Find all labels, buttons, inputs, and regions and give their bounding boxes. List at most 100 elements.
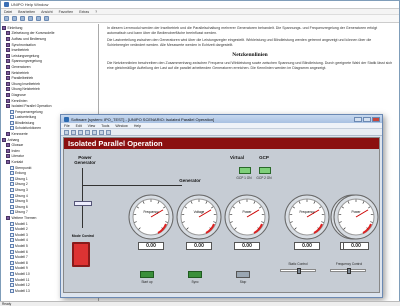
save-icon[interactable] (78, 129, 83, 135)
toc-item-label: Modell 4 (15, 238, 28, 243)
book-icon (6, 143, 10, 148)
new-icon[interactable] (64, 129, 69, 135)
page-icon (10, 188, 14, 193)
app-icon (64, 116, 69, 122)
stop-button[interactable] (236, 271, 250, 278)
book-icon (6, 160, 10, 165)
print-toolbar-icon[interactable] (36, 16, 41, 21)
options-toolbar-icon[interactable] (44, 16, 49, 21)
page-icon (10, 193, 14, 198)
toc-item-label: Übung Inselbetrieb (11, 81, 40, 86)
power-generator-label: Power Generator (74, 155, 96, 165)
page-icon (10, 204, 14, 209)
toc-item-label: Spannungsregelung (11, 59, 42, 64)
maximize-button[interactable] (363, 116, 371, 122)
emergency-stop-button[interactable] (72, 242, 90, 267)
slider-knob[interactable] (347, 268, 351, 274)
minimize-button[interactable] (354, 116, 362, 122)
gauge-label: Voltage (194, 210, 205, 214)
app-menu-item[interactable]: Edit (76, 124, 82, 128)
toc-item-label: Übung 1 (15, 176, 28, 181)
book-icon (6, 104, 10, 109)
toc-item-label: Kennlinien (11, 98, 28, 103)
toc-item-label: Kennwerte (11, 132, 28, 137)
book-icon (6, 154, 10, 159)
app-menu-item[interactable]: File (64, 124, 70, 128)
hide-toolbar-icon[interactable] (4, 16, 9, 21)
page-icon (10, 199, 14, 204)
app-menu-item[interactable]: Window (115, 124, 127, 128)
frequency-control-slider[interactable] (330, 268, 366, 274)
stop-icon[interactable] (92, 129, 97, 135)
help-menu-item[interactable]: ? (95, 10, 97, 14)
bus-line (82, 168, 83, 228)
gauge: Power 0.00 (333, 194, 379, 250)
help-icon[interactable] (106, 129, 111, 135)
toc-item-label: Modell 11 (15, 277, 30, 282)
page-icon (10, 176, 14, 181)
toc-item-label: Generatoren (11, 64, 31, 69)
status-bar: Ready (0, 301, 400, 306)
slider-knob[interactable] (297, 268, 301, 274)
toc-item-label: Isolated Parallel Operation (11, 104, 52, 109)
app-menu-item[interactable]: Tools (101, 124, 109, 128)
open-icon[interactable] (71, 129, 76, 135)
help-menu-item[interactable]: Datei (4, 10, 12, 14)
page-icon (10, 232, 14, 237)
toc-item-label: Modell 8 (15, 260, 28, 265)
toc-item-label: Kontakt (11, 160, 24, 165)
page-icon (10, 182, 14, 187)
book-icon (6, 48, 10, 53)
gauge-dial: Frequency (128, 194, 174, 240)
forward-toolbar-icon[interactable] (20, 16, 25, 21)
close-button[interactable] (372, 116, 380, 122)
help-heading: Netzkennlinien (232, 52, 268, 59)
gauge-readout: 0.00 (343, 242, 369, 250)
toc-item-label: Aufbau und Bedienung (11, 36, 47, 41)
app-menu-item[interactable]: View (88, 124, 96, 128)
app-title-bar: Software [system: IPO_TEST] - [UNIPO SCE… (61, 115, 382, 123)
page-icon (10, 255, 14, 260)
page-icon (10, 238, 14, 243)
gcp2-status-indicator[interactable] (259, 167, 271, 174)
back-toolbar-icon[interactable] (12, 16, 17, 21)
mode-control-label: Mode Control (71, 234, 95, 238)
static-control-slider[interactable] (280, 268, 316, 274)
sync-button[interactable] (188, 271, 202, 278)
page-icon (10, 227, 14, 232)
help-toolbar (1, 15, 399, 23)
help-menu-item[interactable]: Ansicht (41, 10, 52, 14)
stop-label: Stop (239, 280, 247, 284)
run-icon[interactable] (85, 129, 90, 135)
help-paragraph: Die Lastverteilung zwischen den Generato… (107, 37, 372, 47)
book-icon (6, 76, 10, 81)
app-menu-item[interactable]: Help (134, 124, 141, 128)
virtual-label: Virtual (230, 155, 244, 160)
toc-item-label: Netzbetrieb (11, 70, 29, 75)
start-up-button[interactable] (140, 271, 154, 278)
static-control-label: Static Control (288, 262, 308, 266)
book-icon (6, 53, 10, 58)
help-menu-item[interactable]: Bearbeiten (18, 10, 35, 14)
book-icon (6, 59, 10, 64)
gcp-label: GCP (259, 155, 269, 160)
page-icon (10, 120, 14, 125)
page-icon (10, 277, 14, 282)
zoom-icon[interactable] (99, 129, 104, 135)
help-menu-item[interactable]: Favoriten (59, 10, 74, 14)
gcp1-status-indicator[interactable] (239, 167, 251, 174)
gauge: Frequency 0.00 (128, 194, 174, 250)
book-icon (6, 132, 10, 137)
toc-item-label: Modell 2 (15, 227, 28, 232)
home-toolbar-icon[interactable] (28, 16, 33, 21)
page-icon (10, 165, 14, 170)
generator-block (74, 201, 92, 206)
help-paragraph: Die Netzkennlinien beschreiben den Zusam… (107, 61, 393, 71)
status-text: Ready (2, 302, 12, 306)
page-icon (10, 109, 14, 114)
book-icon (6, 36, 10, 41)
toc-item-label: Blindleistung (15, 120, 35, 125)
app-toolbar (61, 129, 382, 136)
frequency-control-label: Frequency Control (335, 262, 363, 266)
help-menu-item[interactable]: Extras (79, 10, 89, 14)
